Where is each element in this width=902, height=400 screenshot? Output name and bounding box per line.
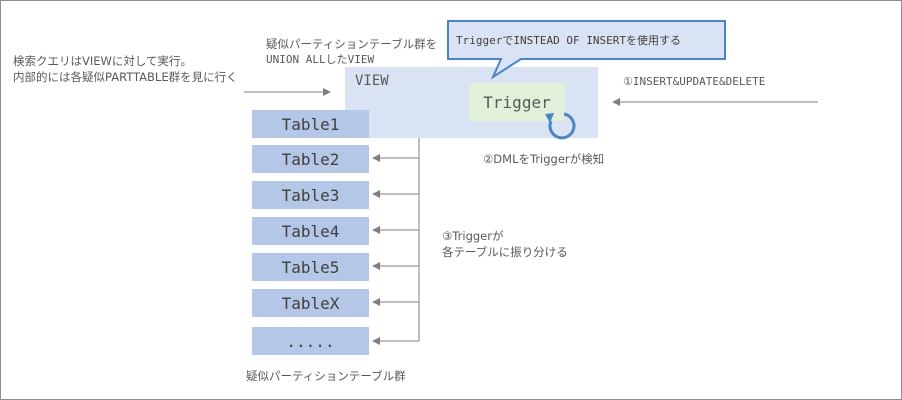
cycle-icon: [548, 112, 576, 140]
table-box-table3: Table3: [252, 181, 369, 209]
table-group-caption: 疑似パーティションテーブル群: [246, 369, 406, 383]
query-note-line1: 検索クエリはVIEWに対して実行。: [13, 54, 193, 68]
step3-label-line2: 各テーブルに振り分ける: [442, 245, 568, 259]
union-note-line1: 疑似パーティションテーブル群を: [266, 37, 438, 51]
table-box-table1: Table1: [252, 110, 369, 138]
table-box-table2: Table2: [252, 145, 369, 173]
union-note-line2: UNION ALLしたVIEW: [266, 53, 375, 66]
diagram-frame: VIEW Trigger TriggerでINSTEAD OF INSERTを使…: [0, 0, 902, 400]
step2-label: ②DMLをTriggerが検知: [483, 152, 605, 166]
table-box-tablex: TableX: [252, 289, 369, 317]
step1-label: ①INSERT&UPDATE&DELETE: [623, 75, 766, 88]
table-box-table5: Table5: [252, 253, 369, 281]
callout-text: TriggerでINSTEAD OF INSERTを使用する: [456, 34, 681, 47]
table-box-table4: Table4: [252, 217, 369, 245]
step3-label-line1: ③Triggerが: [442, 229, 504, 243]
cycle-arrowhead: [545, 113, 554, 123]
query-note-line2: 内部的には各疑似PARTTABLE群を見に行く: [13, 70, 238, 84]
table-box-more: .....: [252, 327, 369, 355]
